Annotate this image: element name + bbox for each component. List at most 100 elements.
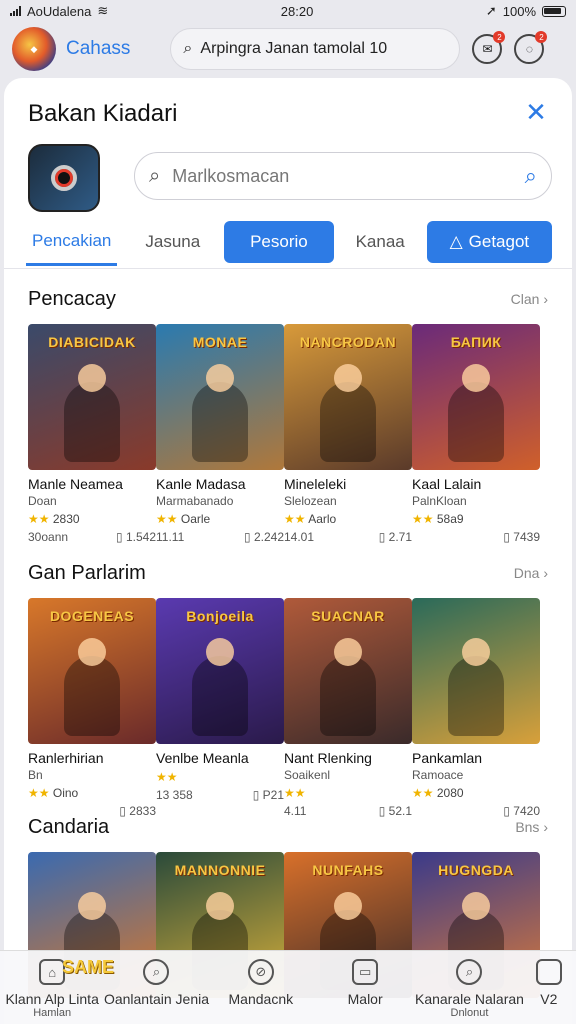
nav-label: Kanarale Nalaran	[414, 991, 524, 1007]
game-title: Kaal Lalain	[412, 476, 482, 492]
character-art	[320, 638, 376, 736]
tab-pesorio[interactable]: Pesorio	[224, 221, 334, 263]
rating-value: 2080	[436, 786, 464, 800]
character-art	[192, 364, 248, 462]
rating-value: Oino	[52, 786, 79, 800]
see-more-link[interactable]: Dna ›	[514, 565, 548, 581]
game-thumbnail[interactable]: БАПИК	[412, 324, 540, 470]
stat-count: 2.71	[388, 530, 412, 544]
tab-kanaa[interactable]: Kanaa	[356, 221, 405, 263]
chat-icon: ◌	[525, 42, 533, 56]
star-icon: ★★	[284, 786, 306, 800]
tab-bar: Pencakian Jasuna Pesorio Kanaa △ Getagot	[26, 218, 552, 266]
game-section: Gan Parlarim Dna › DOGENEAS Ranlerhirian Bn ★…	[4, 558, 572, 818]
game-title: Mineleleki	[284, 476, 347, 492]
game-thumbnail[interactable]: NANCRODAN	[284, 324, 412, 470]
search-input[interactable]	[172, 165, 525, 187]
game-subtitle: Ramoace	[412, 768, 464, 782]
game-logo-text: DIABICIDAK	[48, 334, 136, 350]
nav-label: Malor	[347, 991, 383, 1007]
book-icon: ▯	[378, 530, 386, 544]
game-section: Pencacay Clan › DIABICIDAK Manle Neamea Doan…	[4, 284, 572, 544]
game-thumbnail[interactable]: DIABICIDAK	[28, 324, 156, 470]
compass-icon: ⊘	[247, 959, 274, 985]
main-card: Bakan Kiadari ✕ ⌕ ⌕ Pencakian Jasuna Pes…	[4, 78, 572, 1024]
bell-icon: ✉	[482, 42, 493, 56]
profile-search-icon: ⌕	[456, 959, 483, 985]
game-thumbnail[interactable]: Bonjoeila	[156, 598, 284, 744]
game-thumbnail[interactable]: DOGENEAS	[28, 598, 156, 744]
app-logo[interactable]: ◆	[12, 27, 56, 71]
search-icon: ⌕	[183, 40, 193, 57]
game-rating-row: ★★ Aarlo	[284, 512, 412, 526]
game-subtitle: Doan	[28, 494, 57, 508]
tab-jasuna[interactable]: Jasuna	[145, 221, 200, 263]
top-search-bar[interactable]: ⌕ Arpingra Janan tamolal 10	[170, 28, 461, 70]
game-card[interactable]: MONAE Kanle Madasa Marmabanado ★★ Oarle 11.1…	[156, 324, 284, 544]
game-subtitle: PalnKloan	[412, 494, 467, 508]
game-logo-text: MANNONNIE	[174, 862, 266, 878]
stat-count: 1.542	[125, 530, 156, 544]
search-submit-icon[interactable]: ⌕	[525, 163, 537, 189]
game-card[interactable]: DIABICIDAK Manle Neamea Doan ★★ 2830 30oann ▯…	[28, 324, 156, 544]
game-card[interactable]: Pankamlan Ramoace ★★ 2080 ▯ 7420	[412, 598, 540, 818]
search-icon: ⌕	[149, 164, 161, 187]
stat-downloads: 11.11	[156, 530, 185, 544]
game-card[interactable]: БАПИК Kaal Lalain PalnKloan ★★ 58a9 ▯ 7439	[412, 324, 540, 544]
nav-item-profile[interactable]: ⌕ Kanarale Nalaran Dnlonut	[415, 959, 524, 1019]
game-stats-row: 11.11 ▯ 2.242	[156, 530, 284, 544]
star-icon: ★★	[284, 512, 306, 526]
search-icon: ⌕	[143, 959, 170, 985]
game-logo-text: NUNFAHS	[312, 862, 384, 878]
character-art	[448, 638, 504, 736]
game-card[interactable]: SUACNAR Nant Rlenking Soaikenl ★★ 4.11 ▯ 52.…	[284, 598, 412, 818]
game-thumbnail[interactable]	[412, 598, 540, 744]
game-rating-row: ★★ 2830	[28, 512, 156, 526]
game-card[interactable]: NANCRODAN Mineleleki Slelozean ★★ Aarlo 14.0…	[284, 324, 412, 544]
game-rating-row: ★★ 58a9	[412, 512, 540, 526]
nav-label: Oanlantain Jenia	[103, 991, 210, 1007]
game-logo-text: NANCRODAN	[299, 334, 397, 350]
see-more-link[interactable]: Clan ›	[511, 291, 548, 307]
status-bar: AoUdalena ≋ 28:20 ➚ 100%	[0, 0, 576, 22]
game-title: Venlbe Meanla	[156, 750, 249, 766]
nav-item-search[interactable]: ⌕ Oanlantain Jenia	[103, 959, 210, 1007]
game-title: Kanle Madasa	[156, 476, 246, 492]
notification-button[interactable]: ✉ 2	[472, 31, 506, 64]
character-art	[192, 638, 248, 736]
game-rating-row: ★★ Oarle	[156, 512, 284, 526]
game-thumbnail[interactable]: MONAE	[156, 324, 284, 470]
see-more-label: Bns	[515, 819, 540, 835]
square-icon	[535, 959, 562, 985]
nav-label: Mandacnk	[228, 991, 294, 1007]
notification-badge: 2	[493, 31, 506, 43]
card-title: Bakan Kiadari	[28, 100, 178, 127]
game-card[interactable]: Bonjoeila Venlbe Meanla ★★ 13 358 ▯ P21	[156, 598, 284, 818]
message-button[interactable]: ◌ 2	[514, 31, 548, 64]
tab-pencakian[interactable]: Pencakian	[26, 218, 118, 266]
close-icon[interactable]: ✕	[520, 96, 552, 128]
clock: 28:20	[280, 3, 314, 19]
nav-item-explore[interactable]: ⊘ Mandacnk	[211, 959, 311, 1007]
featured-game-icon[interactable]	[28, 144, 100, 212]
section-title: Candaria	[28, 815, 110, 838]
star-icon: ★★	[28, 512, 50, 526]
game-subtitle: Bn	[28, 768, 43, 782]
battery-icon	[542, 5, 566, 17]
app-name[interactable]: Cahass	[66, 38, 130, 60]
game-thumbnail[interactable]: SUACNAR	[284, 598, 412, 744]
game-stats-row: ▯ 7439	[412, 530, 540, 544]
top-search-text: Arpingra Janan tamolal 10	[200, 40, 388, 57]
book-icon: ▯	[252, 788, 260, 802]
game-rating-row: ★★	[284, 786, 412, 800]
star-icon: ★★	[156, 512, 178, 526]
search-bar[interactable]: ⌕ ⌕	[134, 152, 552, 200]
tab-getagot[interactable]: △ Getagot	[426, 221, 552, 263]
nav-item-more[interactable]: V2	[524, 959, 574, 1007]
character-art	[448, 364, 504, 462]
game-card[interactable]: DOGENEAS Ranlerhirian Bn ★★ Oino ▯ 2833	[28, 598, 156, 818]
carrier-label: AoUdalena	[27, 3, 92, 19]
game-rating-row: ★★ Oino	[28, 786, 156, 800]
nav-item-library[interactable]: ▭ Malor	[315, 959, 415, 1007]
see-more-link[interactable]: Bns ›	[515, 819, 548, 835]
